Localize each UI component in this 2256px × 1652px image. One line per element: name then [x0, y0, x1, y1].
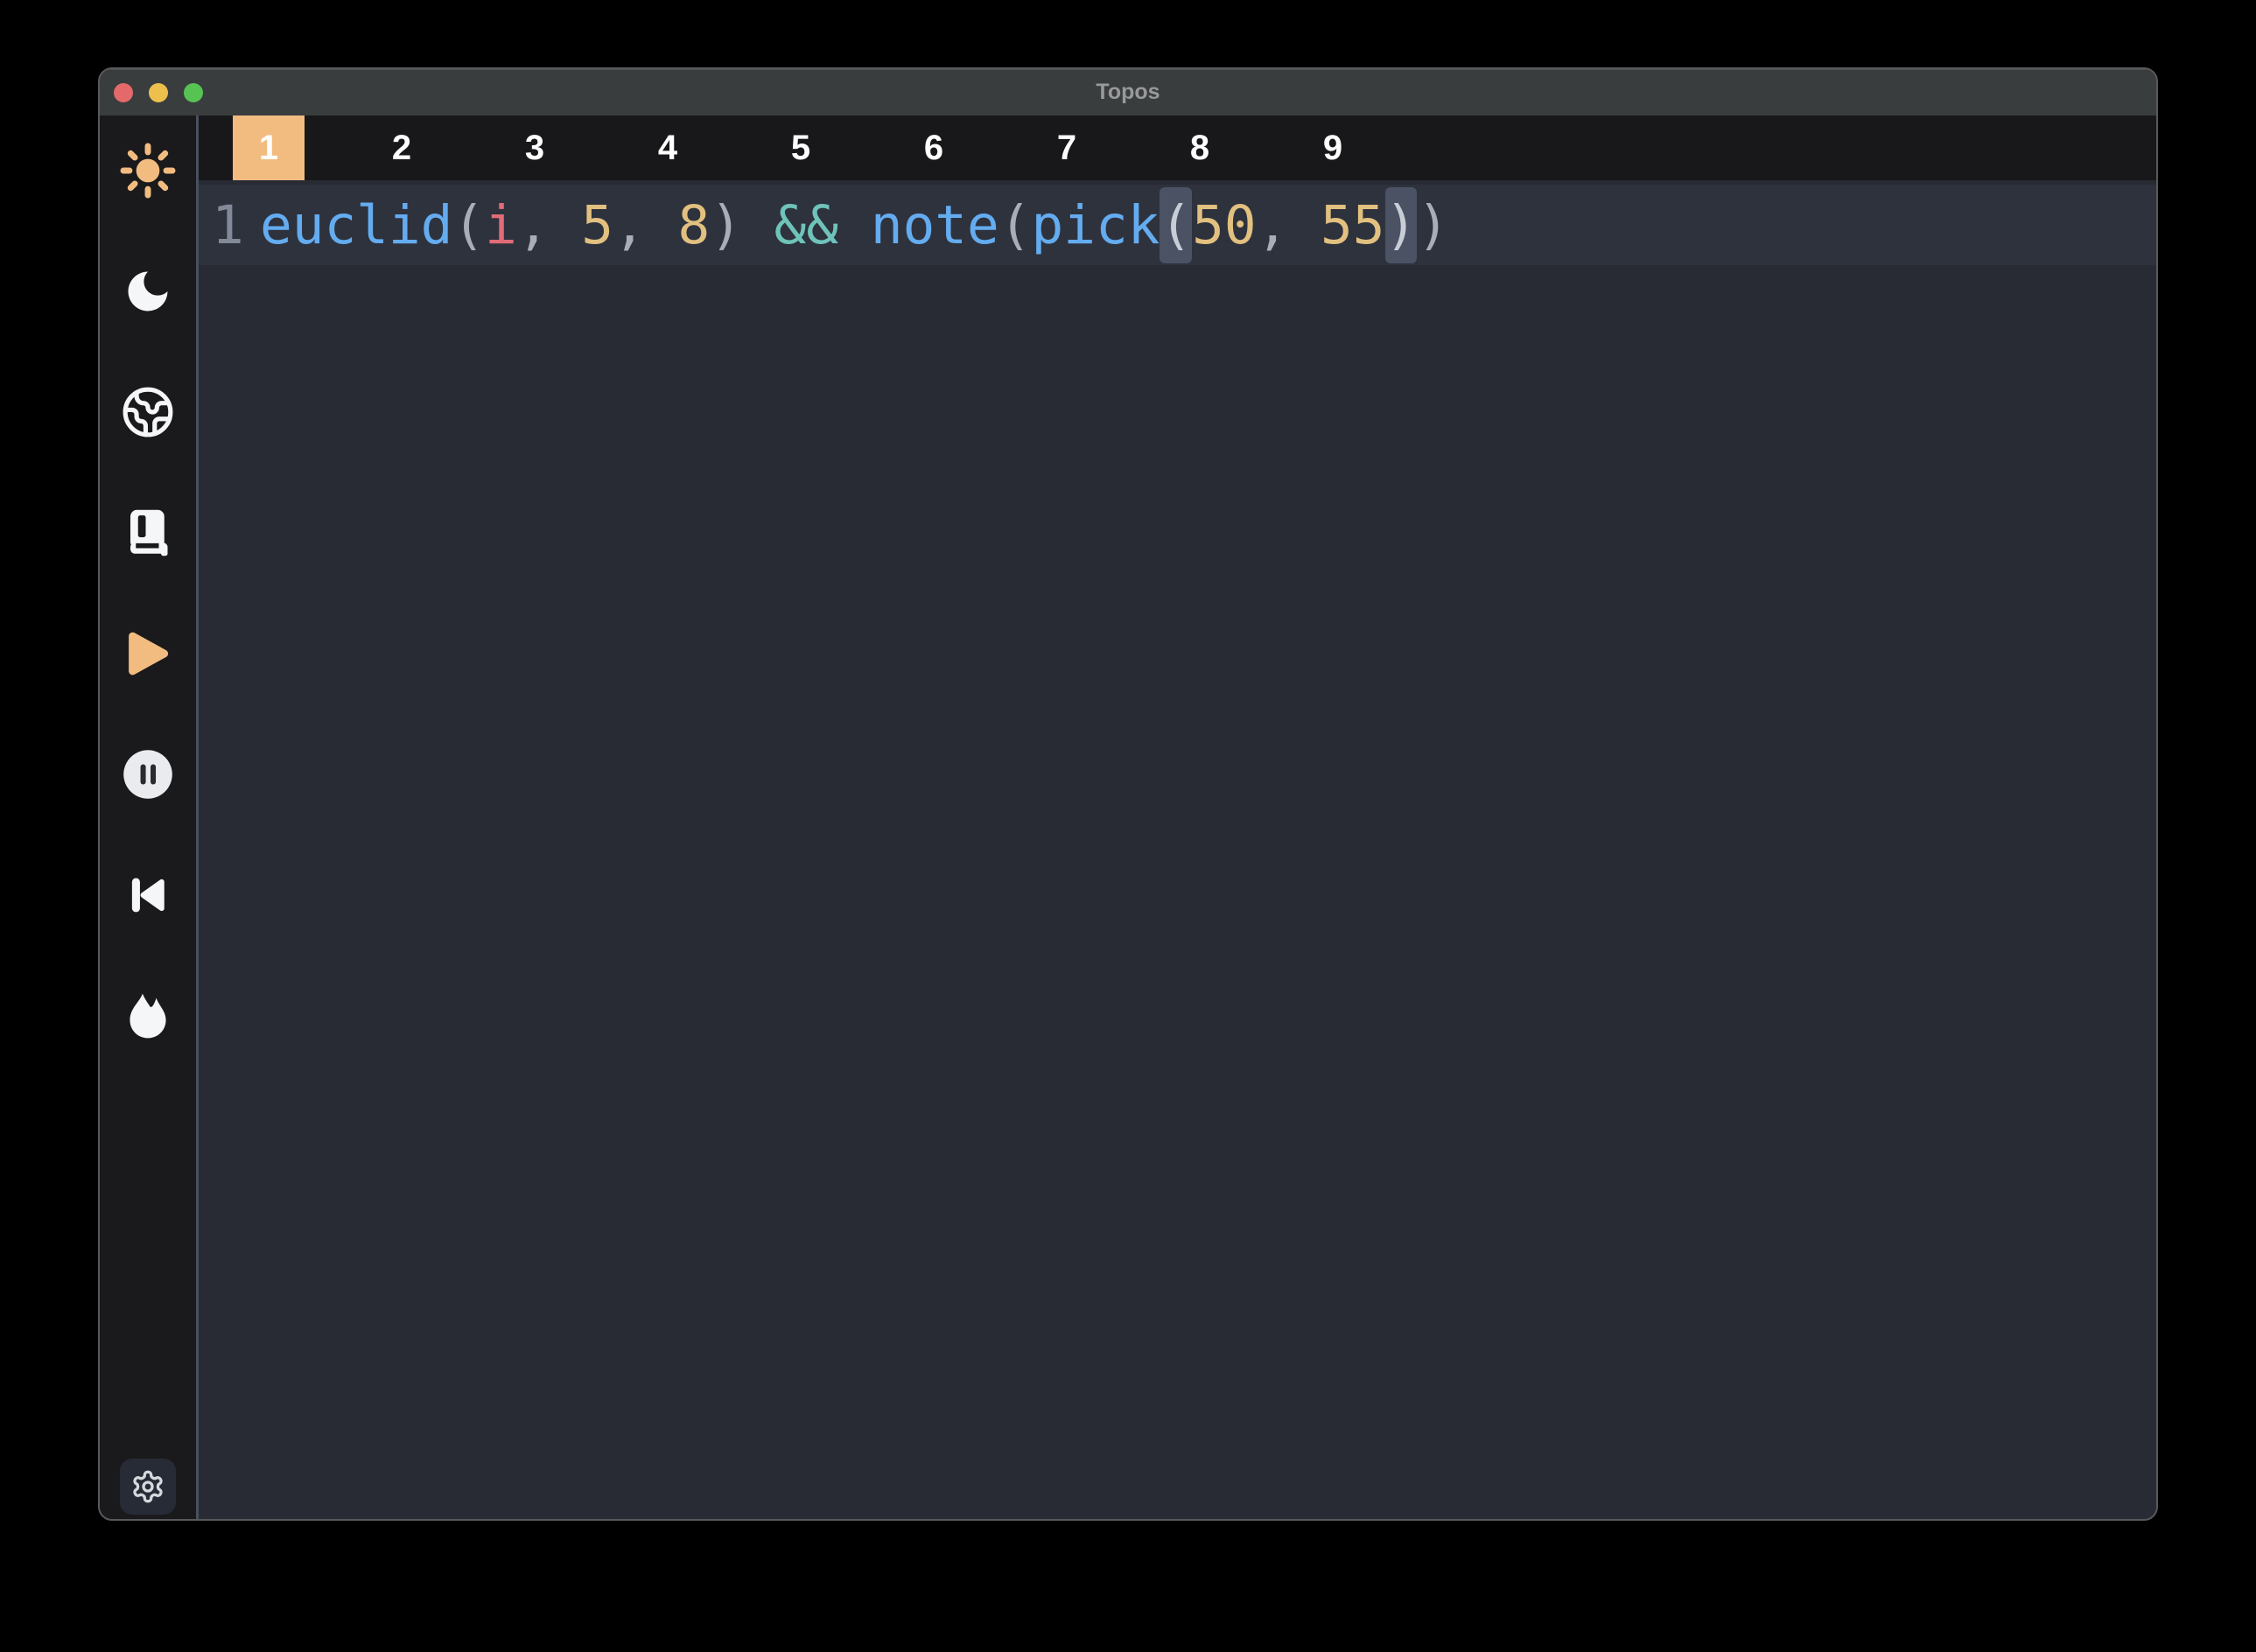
sun-icon: [120, 143, 176, 199]
flame-button[interactable]: [120, 990, 176, 1042]
tab-6[interactable]: 6: [867, 116, 1000, 180]
tab-7[interactable]: 7: [1000, 116, 1133, 180]
light-theme-button[interactable]: [120, 144, 176, 197]
tab-label: 6: [898, 116, 970, 180]
tab-label: 7: [1031, 116, 1103, 180]
tab-label: 1: [233, 116, 305, 180]
tab-4[interactable]: 4: [601, 116, 734, 180]
main-area: 123456789 1euclid(i, 5, 8) && note(pick(…: [199, 116, 2156, 1519]
code-token: ): [1417, 194, 1449, 256]
tab-label: 5: [765, 116, 837, 180]
code-token: ,: [613, 194, 677, 256]
code-line[interactable]: 1euclid(i, 5, 8) && note(pick(50, 55)): [199, 185, 2156, 265]
app-window: Topos: [98, 67, 2158, 1521]
code-token: (: [452, 194, 485, 256]
code-token: ,: [1257, 194, 1321, 256]
tab-label: 8: [1164, 116, 1236, 180]
code-token: [742, 194, 774, 256]
tab-9[interactable]: 9: [1266, 116, 1399, 180]
code-token: 5: [581, 194, 613, 256]
window-title: Topos: [100, 80, 2156, 105]
skip-back-button[interactable]: [120, 869, 176, 921]
tab-2[interactable]: 2: [335, 116, 468, 180]
tab-1[interactable]: 1: [202, 116, 335, 180]
pause-button[interactable]: [120, 748, 176, 801]
tab-label: 3: [499, 116, 571, 180]
tab-label: 9: [1297, 116, 1369, 180]
play-icon: [120, 627, 176, 680]
settings-gear-icon: [130, 1469, 165, 1504]
globe-button[interactable]: [120, 386, 176, 438]
code-line-tokens: euclid(i, 5, 8) && note(pick(50, 55)): [260, 194, 1449, 256]
tab-5[interactable]: 5: [734, 116, 867, 180]
code-token: (: [1160, 187, 1192, 263]
settings-button[interactable]: [120, 1459, 176, 1515]
code-token: &&: [774, 194, 838, 256]
globe-icon: [121, 385, 175, 439]
pause-icon: [123, 749, 173, 800]
play-button[interactable]: [120, 627, 176, 680]
code-editor[interactable]: 1euclid(i, 5, 8) && note(pick(50, 55)): [199, 180, 2156, 1519]
code-token: ,: [517, 194, 581, 256]
code-token: 50: [1192, 194, 1256, 256]
code-token: note: [871, 194, 999, 256]
code-token: 55: [1321, 194, 1384, 256]
code-token: i: [485, 194, 517, 256]
dark-theme-button[interactable]: [120, 265, 176, 318]
tab-label: 4: [632, 116, 704, 180]
code-token: ): [1385, 187, 1418, 263]
code-token: (: [999, 194, 1032, 256]
flame-icon: [123, 990, 173, 1041]
tab-label: 2: [366, 116, 438, 180]
code-token: pick: [1032, 194, 1160, 256]
code-token: [838, 194, 871, 256]
docs-button[interactable]: [120, 507, 176, 559]
code-token: ): [710, 194, 742, 256]
skip-back-icon: [123, 870, 173, 920]
sidebar: [100, 116, 199, 1519]
titlebar: Topos: [100, 69, 2156, 116]
tab-3[interactable]: 3: [468, 116, 601, 180]
code-token: euclid: [260, 194, 452, 256]
tab-8[interactable]: 8: [1133, 116, 1266, 180]
moon-icon: [122, 265, 174, 318]
code-token: 8: [677, 194, 710, 256]
book-icon: [122, 507, 174, 559]
tab-bar: 123456789: [199, 116, 2156, 180]
line-number: 1: [212, 194, 260, 256]
